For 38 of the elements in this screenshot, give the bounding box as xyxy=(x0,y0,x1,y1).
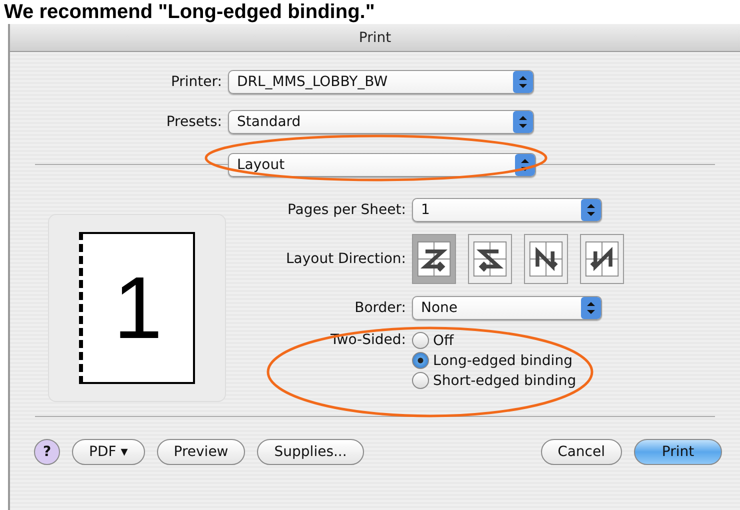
menu-button[interactable]: PDF ▾ xyxy=(72,439,145,465)
stepper-icon xyxy=(581,199,601,221)
stepper-icon xyxy=(513,71,533,93)
window-title: Print xyxy=(358,30,392,46)
layout-direction-button[interactable] xyxy=(580,234,624,284)
layout-direction-button[interactable] xyxy=(468,234,512,284)
layout-direction-button[interactable] xyxy=(412,234,456,284)
stepper-icon xyxy=(513,111,533,133)
radio-button[interactable] xyxy=(412,352,429,369)
push-button[interactable]: Cancel xyxy=(540,439,622,465)
layout-direction-button[interactable] xyxy=(524,234,568,284)
field-label: Border: xyxy=(354,300,406,316)
zigzag-arrow-icon xyxy=(472,239,508,279)
presets-popup[interactable]: Standard xyxy=(228,110,534,134)
zigzag-arrow-icon xyxy=(528,239,564,279)
pages-per-sheet-popup[interactable]: 1 xyxy=(412,198,602,222)
field-label: Pages per Sheet: xyxy=(286,202,406,218)
radio-button[interactable] xyxy=(412,372,429,389)
help-button[interactable]: ? xyxy=(34,439,60,465)
push-button[interactable]: Preview xyxy=(156,439,246,465)
page-number: 1 xyxy=(114,264,162,352)
border-popup[interactable]: None xyxy=(412,296,602,320)
panel-popup[interactable]: Layout xyxy=(228,153,536,177)
radio-label: Short-edged binding xyxy=(433,372,576,388)
push-button[interactable]: Print xyxy=(634,439,722,465)
printer-popup[interactable]: DRL_MMS_LOBBY_BW xyxy=(228,70,534,94)
push-button[interactable]: Supplies... xyxy=(257,439,364,465)
radio-button[interactable] xyxy=(412,332,429,349)
zigzag-arrow-icon xyxy=(584,239,620,279)
stepper-icon xyxy=(581,297,601,319)
field-label: Printer: xyxy=(170,74,222,90)
field-label: Layout Direction: xyxy=(284,251,406,267)
radio-label: Long-edged binding xyxy=(433,352,572,368)
field-label: Two-Sided: xyxy=(330,332,406,348)
field-label: Presets: xyxy=(165,114,222,130)
zigzag-arrow-icon xyxy=(416,239,452,279)
caption-heading: We recommend "Long-edged binding." xyxy=(3,0,376,24)
radio-label: Off xyxy=(433,332,454,348)
